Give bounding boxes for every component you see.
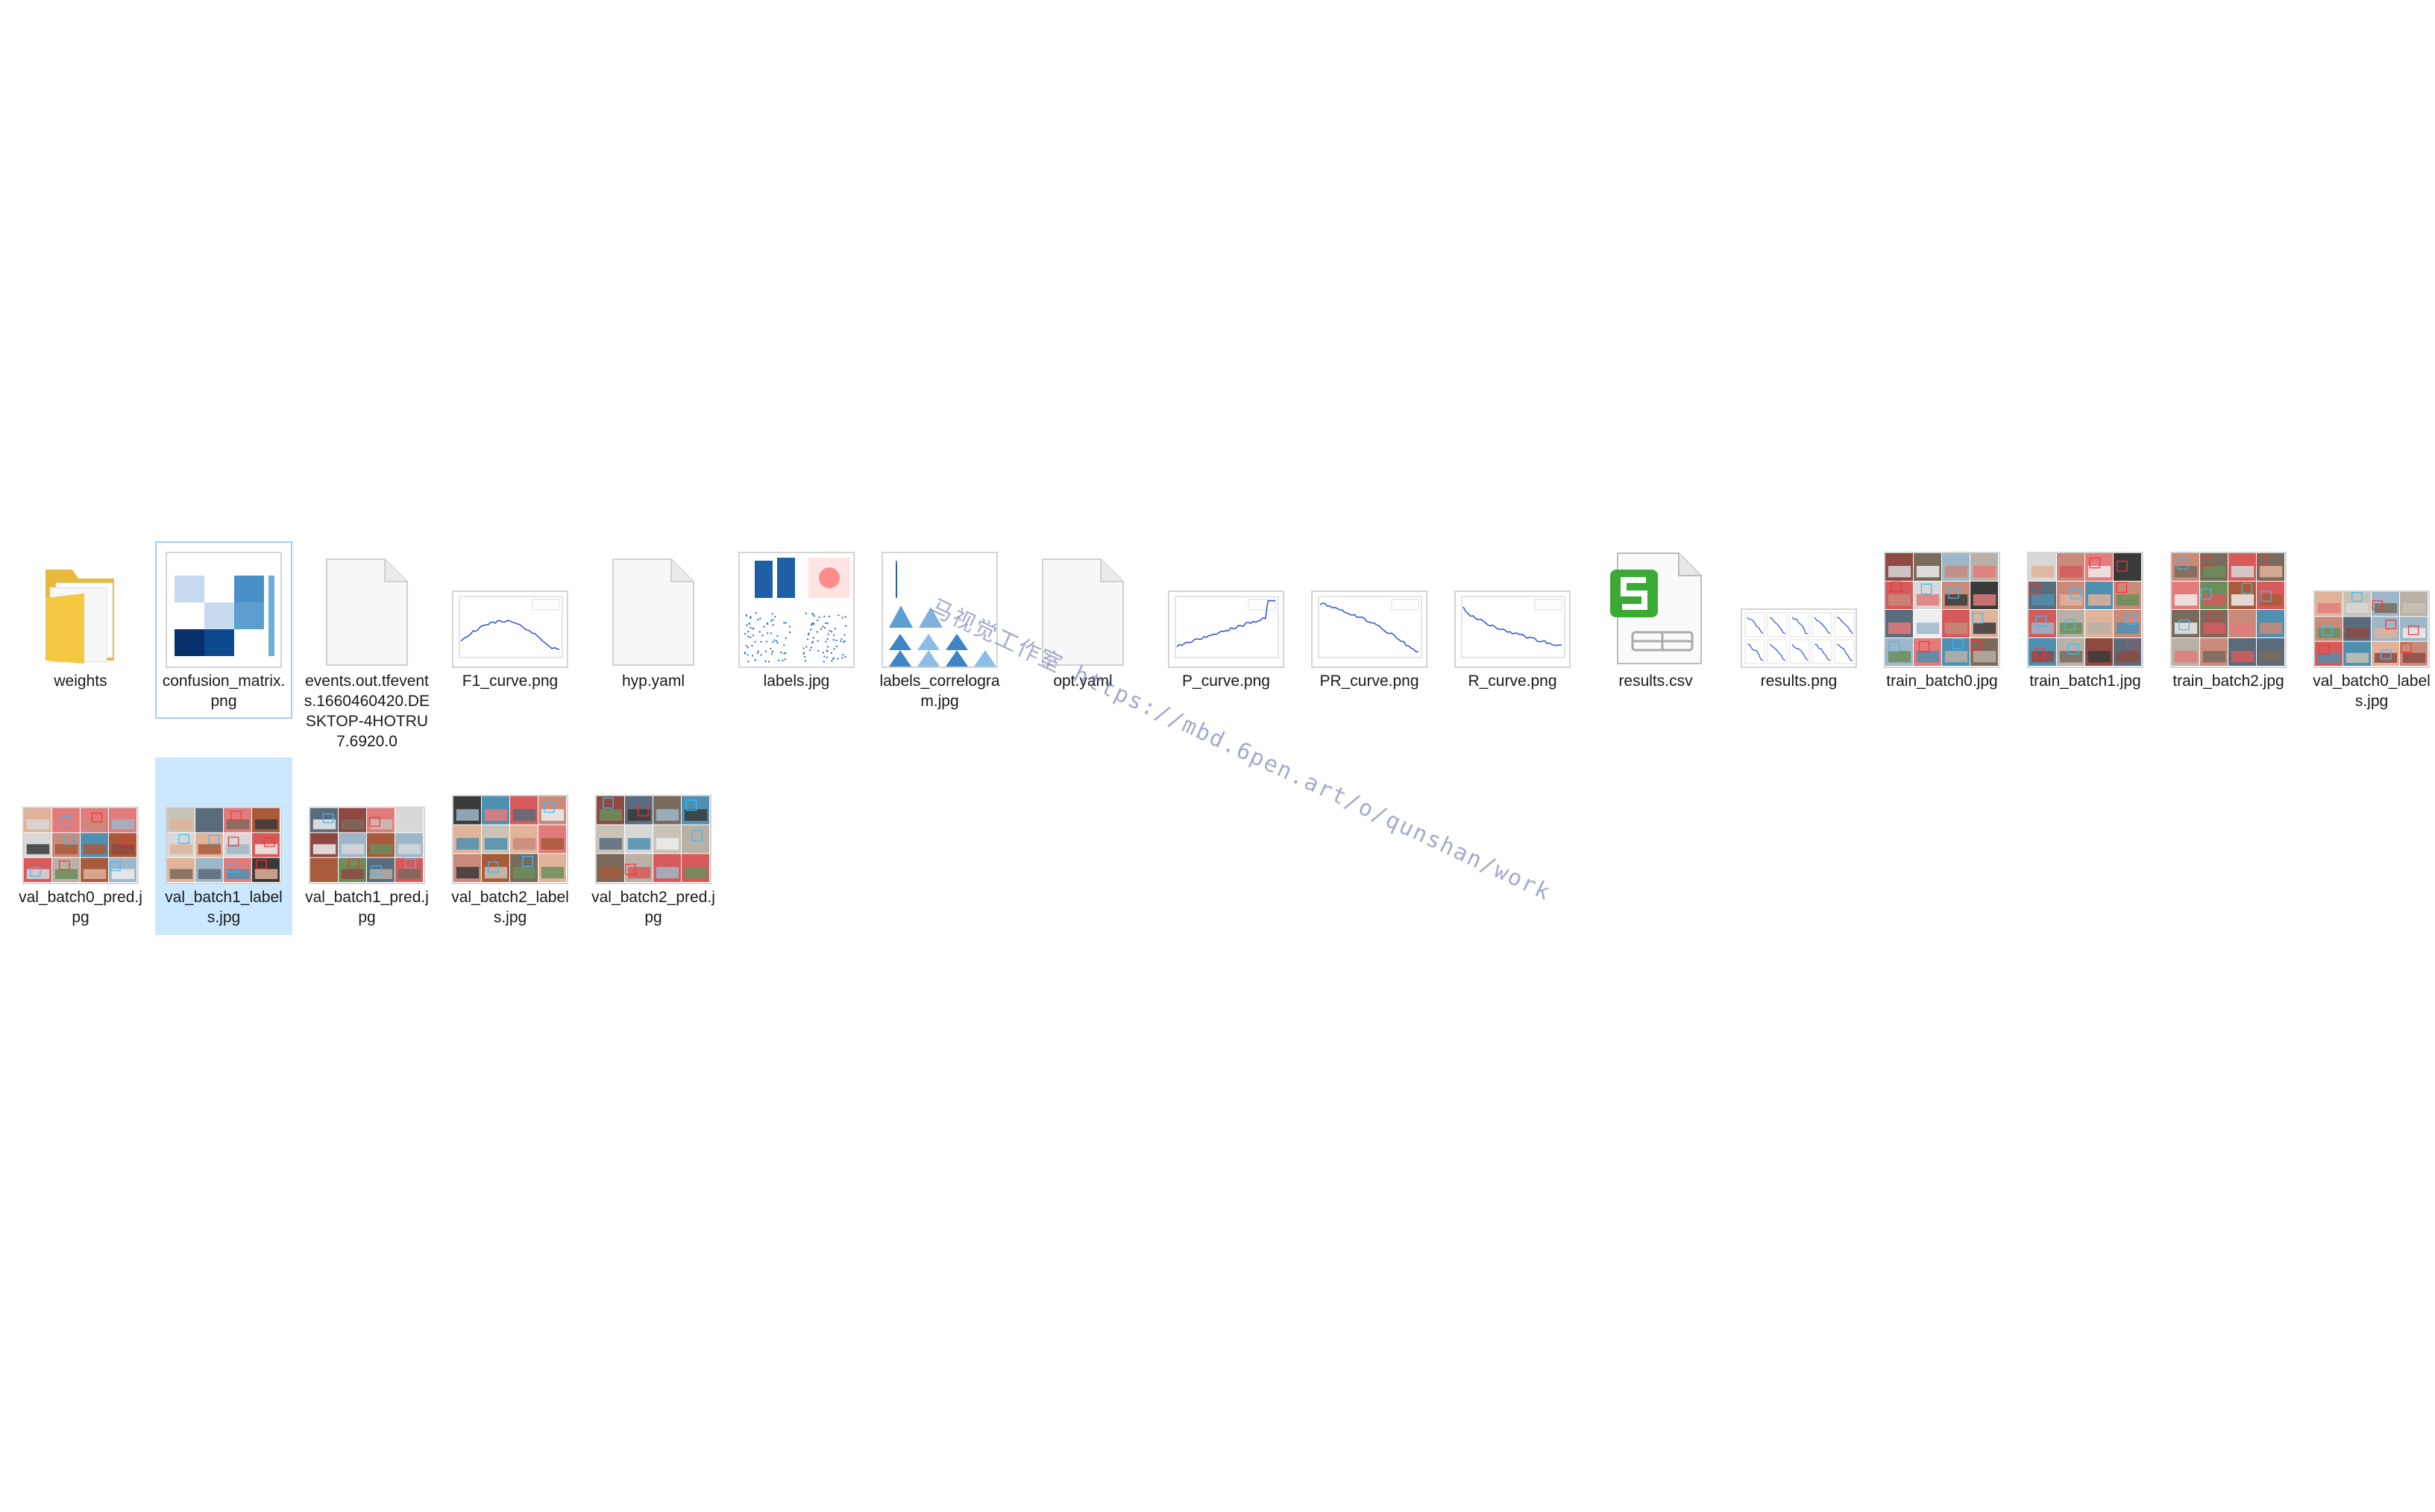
file-name: val_batch1_labels.jpg <box>165 889 283 926</box>
file-name: confusion_matrix.png <box>162 672 286 710</box>
plot-thumbnail <box>1168 590 1284 668</box>
photo-thumbnail <box>452 795 568 884</box>
spreadsheet-icon <box>1610 552 1702 664</box>
file-item-confusion-matrix-png[interactable]: confusion_matrix.png <box>155 541 292 719</box>
file-item-opt-yaml[interactable]: opt.yaml <box>1014 541 1151 699</box>
photo-thumbnail <box>22 807 139 884</box>
file-item-results-png[interactable]: results.png <box>1730 541 1867 699</box>
file-item-pr-curve-png[interactable]: PR_curve.png <box>1301 541 1438 699</box>
file-name: weights <box>54 672 107 690</box>
blank-file-icon <box>1042 558 1124 666</box>
file-name: val_batch1_pred.jpg <box>305 889 429 926</box>
file-name: PR_curve.png <box>1319 672 1419 690</box>
file-name: R_curve.png <box>1468 672 1557 690</box>
file-name: hyp.yaml <box>621 672 685 690</box>
file-item-hyp-yaml[interactable]: hyp.yaml <box>585 541 722 699</box>
plot-thumbnail <box>882 552 998 668</box>
file-item-f1-curve-png[interactable]: F1_curve.png <box>442 541 579 699</box>
file-item-r-curve-png[interactable]: R_curve.png <box>1444 541 1581 699</box>
file-item-labels-jpg[interactable]: labels.jpg <box>728 541 865 699</box>
plot-thumbnail <box>1311 590 1427 668</box>
plot-thumbnail <box>452 590 568 668</box>
file-item-weights[interactable]: weights <box>12 541 149 699</box>
blank-file-icon <box>612 558 694 666</box>
file-item-events-out-tfevents-1660460420-desktop-4hotru7-6920-0[interactable]: events.out.tfevents.1660460420.DESKTOP-4… <box>298 541 436 759</box>
file-item-val-batch0-pred-jpg[interactable]: val_batch0_pred.jpg <box>12 757 149 935</box>
photo-thumbnail <box>309 807 425 884</box>
file-item-train-batch1-jpg[interactable]: train_batch1.jpg <box>2017 541 2154 699</box>
photo-thumbnail <box>1884 552 2000 668</box>
file-name: events.out.tfevents.1660460420.DESKTOP-4… <box>304 672 430 750</box>
file-name: train_batch1.jpg <box>2029 672 2141 690</box>
file-name: val_batch2_labels.jpg <box>451 889 569 926</box>
photo-thumbnail <box>2313 590 2430 668</box>
file-item-train-batch0-jpg[interactable]: train_batch0.jpg <box>1873 541 2011 699</box>
photo-thumbnail <box>595 795 711 884</box>
file-name: labels_correlogram.jpg <box>879 672 1000 710</box>
file-name: val_batch2_pred.jpg <box>591 889 715 926</box>
file-name: val_batch0_labels.jpg <box>2313 672 2431 710</box>
plot-thumbnail <box>1454 590 1571 668</box>
plot-thumbnail <box>1741 608 1857 668</box>
file-name: P_curve.png <box>1182 672 1270 690</box>
file-name: val_batch0_pred.jpg <box>19 889 142 926</box>
file-name: train_batch2.jpg <box>2172 672 2284 690</box>
file-name: results.png <box>1760 672 1838 690</box>
photo-thumbnail <box>2170 552 2287 668</box>
file-item-labels-correlogram-jpg[interactable]: labels_correlogram.jpg <box>871 541 1008 719</box>
file-grid: weights confusion_matrix.png events.out.tf… <box>0 0 2435 1512</box>
blank-file-icon <box>326 558 408 666</box>
file-item-val-batch1-labels-jpg[interactable]: val_batch1_labels.jpg <box>155 757 292 935</box>
file-name: train_batch0.jpg <box>1886 672 1998 690</box>
file-item-results-csv[interactable]: results.csv <box>1587 541 1724 699</box>
file-item-p-curve-png[interactable]: P_curve.png <box>1157 541 1295 699</box>
file-item-train-batch2-jpg[interactable]: train_batch2.jpg <box>2160 541 2297 699</box>
plot-thumbnail <box>738 552 855 668</box>
file-item-val-batch1-pred-jpg[interactable]: val_batch1_pred.jpg <box>298 757 436 935</box>
file-name: results.csv <box>1618 672 1693 690</box>
folder-icon <box>45 570 114 664</box>
file-name: opt.yaml <box>1053 672 1113 690</box>
file-name: labels.jpg <box>763 672 830 690</box>
file-item-val-batch2-pred-jpg[interactable]: val_batch2_pred.jpg <box>585 757 722 935</box>
plot-thumbnail <box>166 552 282 668</box>
file-name: F1_curve.png <box>462 672 559 690</box>
file-item-val-batch0-labels-jpg[interactable]: val_batch0_labels.jpg <box>2303 541 2435 719</box>
photo-thumbnail <box>166 807 282 884</box>
photo-thumbnail <box>2027 552 2143 668</box>
file-item-val-batch2-labels-jpg[interactable]: val_batch2_labels.jpg <box>442 757 579 935</box>
